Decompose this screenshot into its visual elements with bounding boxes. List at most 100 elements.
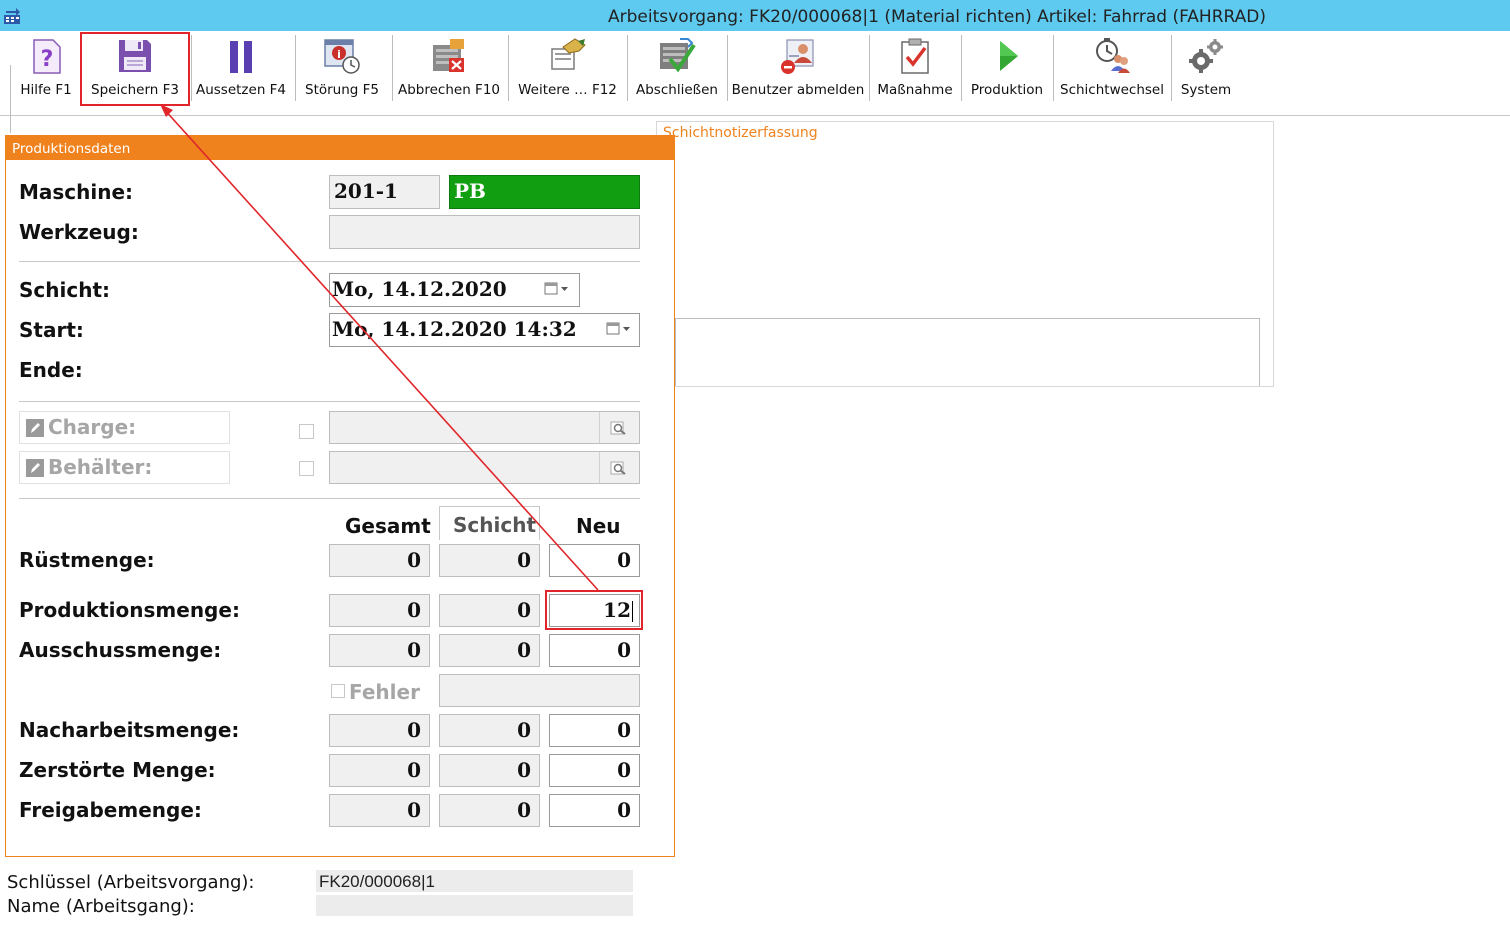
- value: 0: [407, 758, 421, 782]
- cancel-icon: [433, 39, 464, 72]
- key-field: FK20/000068|1: [316, 870, 633, 892]
- scrap-quantity-shift: 0: [439, 634, 540, 667]
- help-button[interactable]: ? Hilfe F1: [15, 31, 77, 103]
- logout-user-icon: [781, 39, 814, 74]
- start-datetime-picker[interactable]: Mo, 14.12.2020 14:32: [329, 313, 640, 347]
- measure-label: Maßnahme: [877, 82, 953, 98]
- finish-check-icon: [660, 38, 696, 73]
- rework-quantity-new-input[interactable]: 0: [549, 714, 640, 747]
- machine-label: Maschine:: [19, 180, 134, 204]
- production-data-panel: Produktionsdaten Maschine: 201-1 PB Werk…: [5, 135, 675, 857]
- shift-notes-label: Schichtnotizerfassung: [663, 125, 818, 141]
- value: 0: [517, 718, 531, 742]
- value: 0: [517, 798, 531, 822]
- release-quantity-shift: 0: [439, 794, 540, 827]
- logout-user-button[interactable]: Benutzer abmelden: [729, 31, 867, 103]
- fault-clock-icon: i: [324, 39, 360, 74]
- save-button-highlight: [80, 32, 190, 106]
- pause-button[interactable]: Aussetzen F4: [193, 31, 289, 103]
- machine-status-value: PB: [454, 179, 486, 203]
- charge-label: Charge:: [48, 415, 137, 439]
- name-label: Name (Arbeitsgang):: [7, 896, 195, 917]
- toolbar-separator: [392, 35, 393, 101]
- pause-label: Aussetzen F4: [195, 82, 287, 98]
- machine-status: PB: [449, 175, 640, 209]
- charge-checkbox[interactable]: [299, 424, 314, 439]
- shift-notes-input[interactable]: [675, 318, 1260, 386]
- system-button[interactable]: System: [1173, 31, 1239, 103]
- finish-button[interactable]: Abschließen: [629, 31, 725, 103]
- defect-field: [439, 674, 640, 707]
- defect-checkbox[interactable]: [331, 684, 345, 698]
- value: 0: [617, 548, 631, 572]
- pause-icon: [230, 41, 252, 73]
- shift-change-button[interactable]: Schichtwechsel: [1055, 31, 1169, 103]
- divider: [19, 261, 640, 262]
- value: 0: [517, 758, 531, 782]
- release-quantity-new-input[interactable]: 0: [549, 794, 640, 827]
- defect-label: Fehler: [349, 680, 420, 704]
- setup-quantity-new-input[interactable]: 0: [549, 544, 640, 577]
- container-toggle[interactable]: Behälter:: [19, 451, 230, 484]
- gears-icon: [1189, 39, 1223, 73]
- scrap-quantity-new-input[interactable]: 0: [549, 634, 640, 667]
- tool-field: [329, 215, 640, 249]
- panel-header: Produktionsdaten: [6, 136, 674, 160]
- panel-title: Produktionsdaten: [12, 141, 131, 157]
- release-quantity-total: 0: [329, 794, 430, 827]
- value: 0: [517, 548, 531, 572]
- svg-text:i: i: [337, 48, 341, 61]
- shift-date-picker[interactable]: Mo, 14.12.2020: [329, 273, 580, 307]
- value: 0: [617, 798, 631, 822]
- release-quantity-label: Freigabemenge:: [19, 798, 202, 822]
- divider: [19, 498, 640, 499]
- search-icon[interactable]: [610, 460, 628, 476]
- toolbar-separator: [961, 35, 962, 101]
- column-header-shift-tab[interactable]: Schicht: [439, 506, 540, 540]
- column-header-total: Gesamt: [345, 514, 431, 538]
- value: 0: [407, 598, 421, 622]
- name-field: [316, 895, 633, 916]
- setup-quantity-label: Rüstmenge:: [19, 548, 155, 572]
- cancel-button[interactable]: Abbrechen F10: [394, 31, 504, 103]
- cancel-label: Abbrechen F10: [397, 82, 500, 98]
- value: 0: [617, 638, 631, 662]
- value: 0: [407, 638, 421, 662]
- key-label: Schlüssel (Arbeitsvorgang):: [7, 872, 255, 893]
- calendar-dropdown-icon[interactable]: [544, 281, 570, 297]
- measure-button[interactable]: Maßnahme: [871, 31, 959, 103]
- setup-quantity-total: 0: [329, 544, 430, 577]
- destroyed-quantity-new-input[interactable]: 0: [549, 754, 640, 787]
- container-checkbox[interactable]: [299, 461, 314, 476]
- scrap-quantity-label: Ausschussmenge:: [19, 638, 222, 662]
- play-icon: [1000, 41, 1018, 71]
- logout-user-label: Benutzer abmelden: [731, 82, 865, 98]
- charge-toggle[interactable]: Charge:: [19, 411, 230, 444]
- edit-icon: [26, 459, 44, 477]
- toolbar-separator: [1053, 35, 1054, 101]
- machine-field: 201-1: [329, 175, 440, 209]
- window-title: Arbeitsvorgang: FK20/000068|1 (Material …: [608, 7, 1266, 27]
- help-label: Hilfe F1: [20, 82, 72, 98]
- production-label: Produktion: [970, 82, 1044, 98]
- rework-quantity-label: Nacharbeitsmenge:: [19, 718, 240, 742]
- shift-date-value: Mo, 14.12.2020: [332, 277, 507, 301]
- toolbar-edge: [10, 65, 11, 133]
- fault-button[interactable]: i Störung F5: [297, 31, 387, 103]
- toolbar: ? Hilfe F1 Speichern F3 Aussetzen F4 i S…: [0, 31, 1510, 133]
- key-value: FK20/000068|1: [319, 872, 435, 891]
- production-input-highlight: [545, 590, 643, 630]
- production-quantity-shift: 0: [439, 594, 540, 627]
- toolbar-separator: [508, 35, 509, 101]
- value: 0: [517, 598, 531, 622]
- value: 0: [407, 548, 421, 572]
- edit-icon: [26, 419, 44, 437]
- production-button[interactable]: Produktion: [963, 31, 1051, 103]
- divider: [19, 401, 640, 402]
- toolbar-separator: [295, 35, 296, 101]
- toolbar-separator: [627, 35, 628, 101]
- charge-field: [329, 411, 640, 444]
- more-button[interactable]: Weitere … F12: [510, 31, 625, 103]
- calendar-dropdown-icon[interactable]: [606, 321, 632, 337]
- search-icon[interactable]: [610, 420, 628, 436]
